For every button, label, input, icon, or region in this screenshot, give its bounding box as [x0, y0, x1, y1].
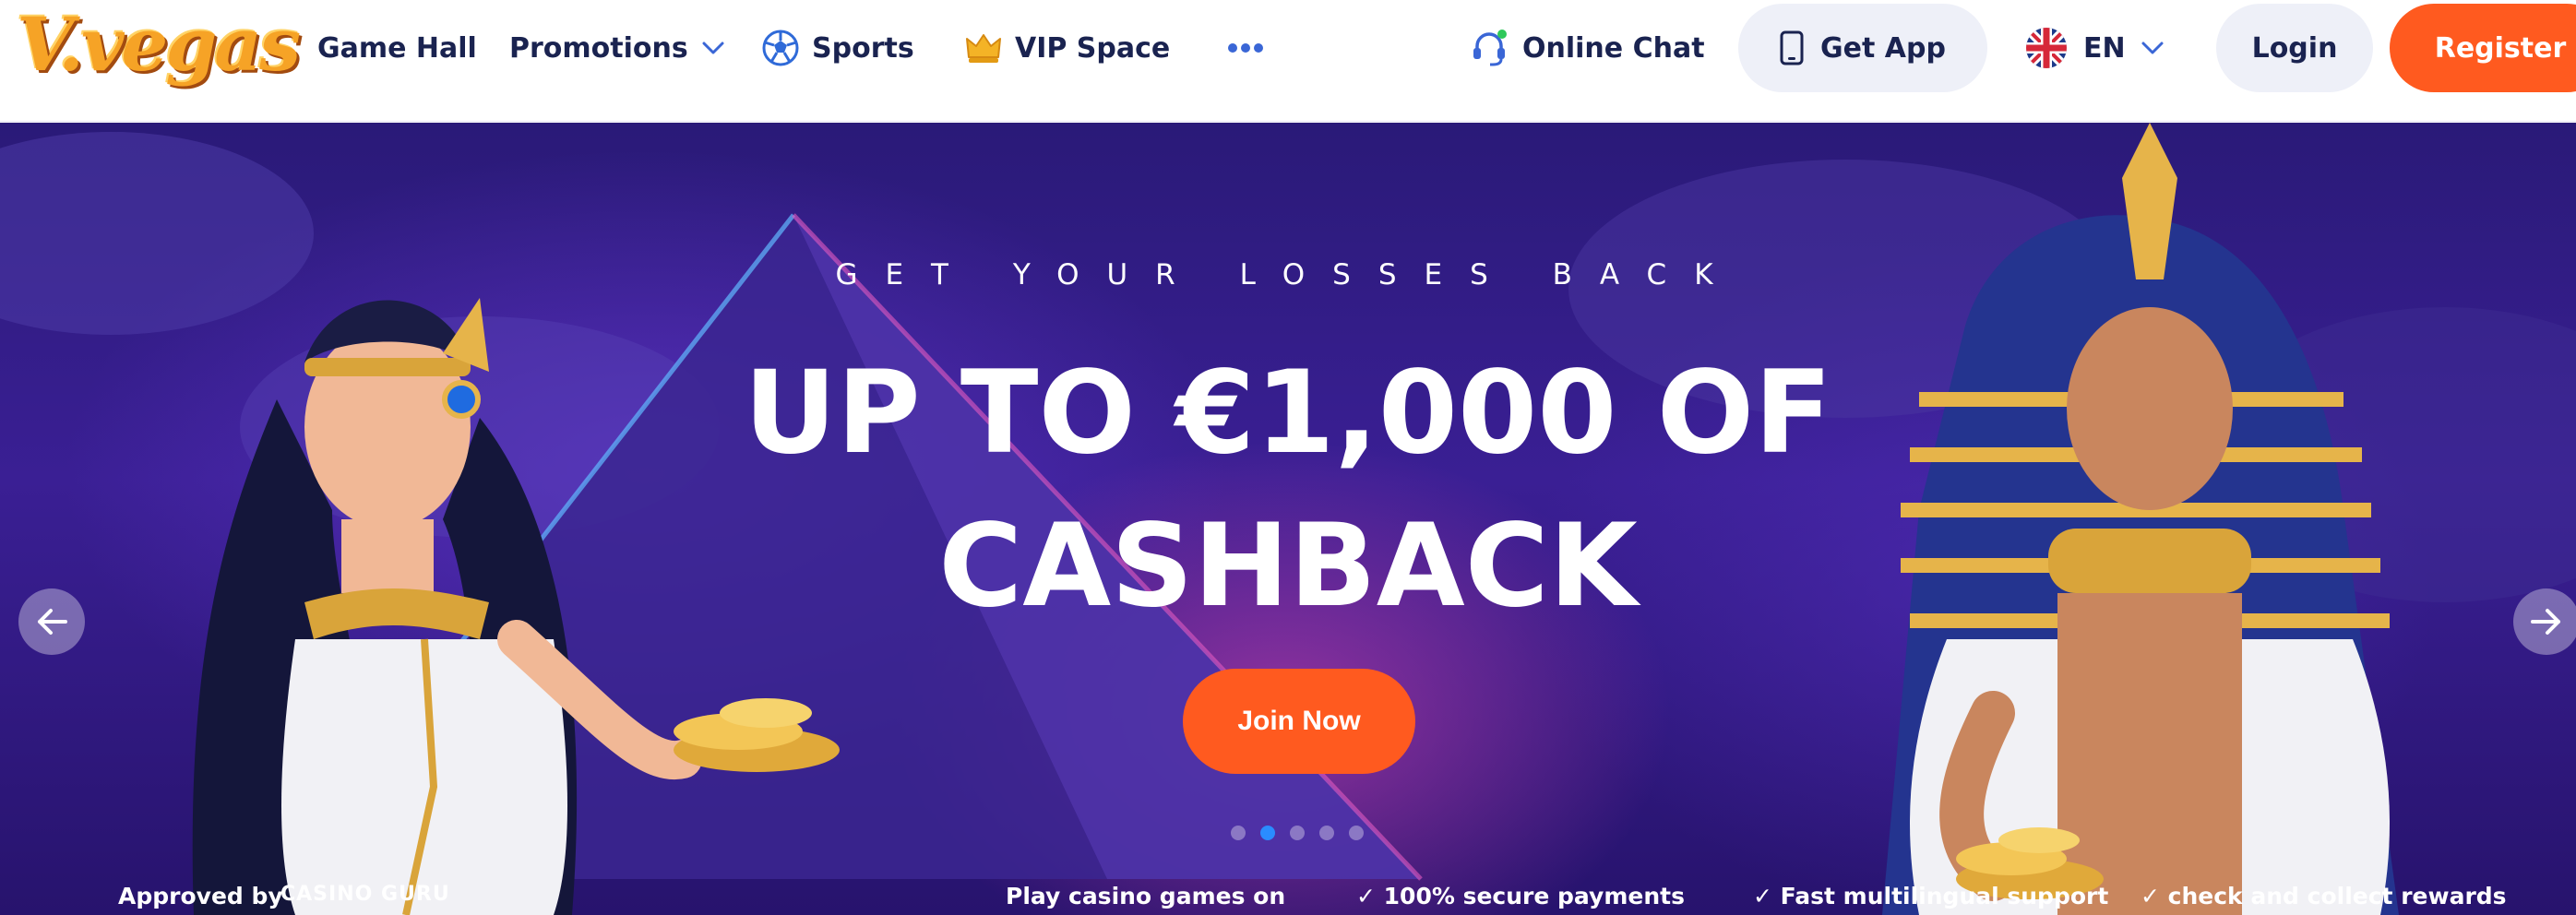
uk-flag-icon — [2026, 28, 2067, 68]
trust-approved: Approved by — [118, 883, 283, 909]
top-header: V.vegas Game Hall Promotions Sports VIP … — [0, 0, 2576, 122]
nav-vip-space[interactable]: VIP Space — [965, 22, 1170, 74]
carousel-next-button[interactable] — [2513, 588, 2576, 655]
join-now-button[interactable]: Join Now — [1183, 669, 1415, 774]
carousel-dot[interactable] — [1349, 826, 1364, 840]
logo-text: V.vegas — [17, 1, 301, 88]
register-button[interactable]: Register — [2390, 4, 2576, 92]
crown-icon — [966, 34, 1001, 63]
casino-guru-logo: CASINO GURU — [280, 883, 450, 906]
chevron-down-icon — [2141, 42, 2164, 54]
nav-promotions[interactable]: Promotions — [509, 22, 725, 74]
nav-more-button[interactable] — [1227, 22, 1264, 74]
hero-banner: GET YOUR LOSSES BACK UP TO €1,000 OF CAS… — [0, 123, 2576, 915]
login-label: Login — [2251, 31, 2338, 65]
nav-game-hall-label: Game Hall — [317, 31, 477, 65]
hero-kicker: GET YOUR LOSSES BACK — [835, 258, 1741, 291]
arrow-right-icon — [2531, 609, 2560, 635]
chevron-down-icon — [702, 42, 724, 54]
vvegas-logo[interactable]: V.vegas — [11, 0, 301, 101]
carousel-prev-button[interactable] — [18, 588, 85, 655]
soccer-ball-icon — [762, 30, 799, 66]
trust-secure-payments: ✓ 100% secure payments — [1356, 883, 1685, 909]
login-button[interactable]: Login — [2216, 4, 2373, 92]
more-dots-icon — [1228, 43, 1263, 53]
smartphone-icon — [1780, 30, 1804, 65]
carousel-dot[interactable] — [1319, 826, 1334, 840]
hero-title: UP TO €1,000 OF CASHBACK — [0, 337, 2576, 643]
nav-sports[interactable]: Sports — [762, 22, 914, 74]
carousel-dot[interactable] — [1290, 826, 1305, 840]
get-app-label: Get App — [1820, 31, 1946, 65]
hero-title-line-1: UP TO €1,000 OF — [744, 347, 1832, 480]
nav-vip-label: VIP Space — [1015, 31, 1171, 65]
language-code: EN — [2083, 31, 2126, 65]
nav-sports-label: Sports — [812, 31, 914, 65]
nav-game-hall[interactable]: Game Hall — [317, 22, 477, 74]
carousel-dots — [1231, 826, 1364, 842]
trust-play: Play casino games on — [1006, 883, 1286, 909]
get-app-button[interactable]: Get App — [1738, 4, 1987, 92]
carousel-dot-active[interactable] — [1260, 826, 1275, 840]
nav-promotions-label: Promotions — [509, 31, 688, 65]
online-chat-label: Online Chat — [1522, 31, 1705, 65]
trust-bar: Approved by CASINO GURU Play casino game… — [0, 879, 2576, 915]
trust-fast-support: ✓ Fast multilingual support — [1753, 883, 2109, 909]
trust-rewards: ✓ check and collect rewards — [2141, 883, 2507, 909]
headset-icon — [1473, 30, 1507, 66]
language-selector[interactable]: EN — [2024, 22, 2165, 74]
online-chat-button[interactable]: Online Chat — [1469, 22, 1705, 74]
hero-title-line-2: CASHBACK — [938, 500, 1638, 633]
carousel-dot[interactable] — [1231, 826, 1246, 840]
arrow-left-icon — [38, 609, 67, 635]
register-label: Register — [2434, 31, 2567, 65]
